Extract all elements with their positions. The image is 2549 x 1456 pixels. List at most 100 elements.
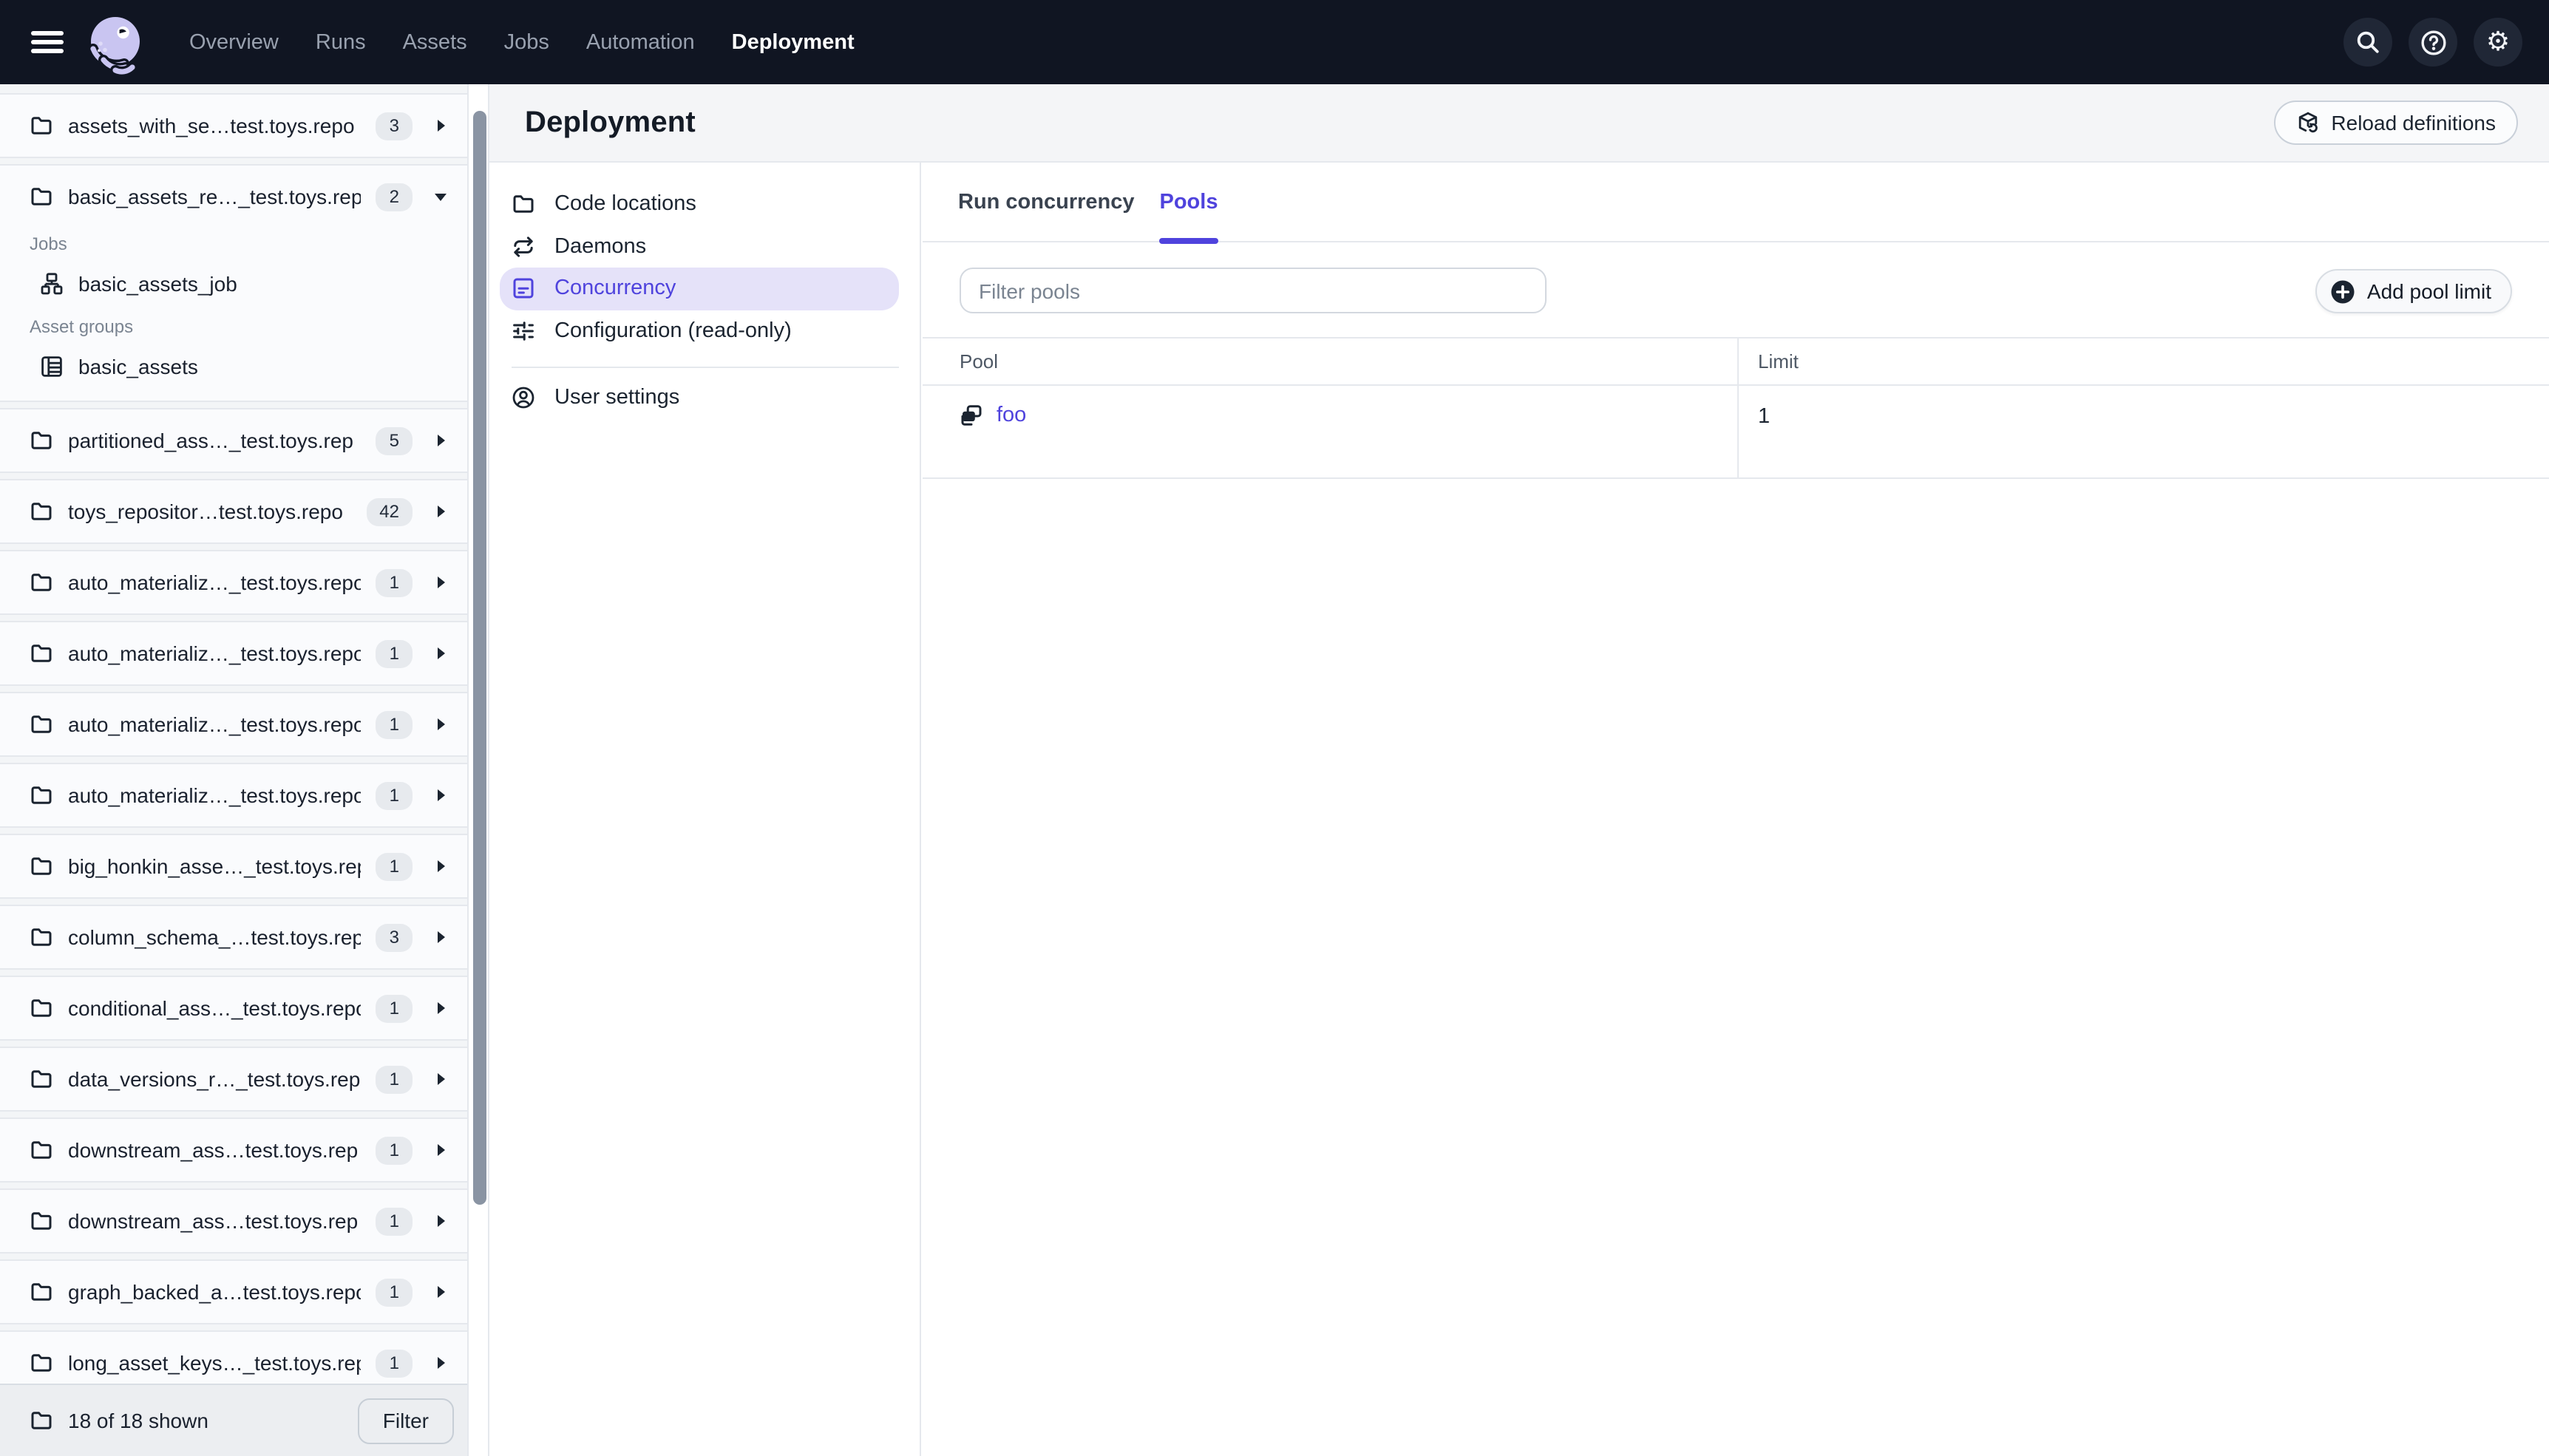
settings-gear-icon[interactable]: ⚙: [2474, 18, 2522, 67]
user-icon: [512, 387, 535, 410]
nav-link-overview[interactable]: Overview: [189, 30, 279, 54]
settings-nav-item-daemons[interactable]: Daemons: [500, 225, 899, 268]
repo-row[interactable]: graph_backed_a…test.toys.repo 1: [0, 1261, 467, 1323]
reload-definitions-button[interactable]: Reload definitions: [2273, 101, 2518, 145]
job-item[interactable]: basic_assets_job: [30, 263, 452, 303]
chevron-right-icon[interactable]: [427, 1073, 454, 1085]
repo-row[interactable]: toys_repositor…test.toys.repo 42: [0, 480, 467, 542]
concurrency-content: Run concurrency Pools Add pool limit Pool…: [923, 163, 2549, 1456]
nav-link-automation[interactable]: Automation: [586, 30, 695, 54]
chevron-right-icon[interactable]: [427, 1286, 454, 1298]
repo-card: auto_materializ…_test.toys.repo 1: [0, 550, 467, 615]
asset-group-icon: [40, 354, 64, 378]
settings-nav-item-concurrency[interactable]: Concurrency: [500, 268, 899, 310]
repo-row[interactable]: big_honkin_asse…_test.toys.rep 1: [0, 835, 467, 897]
add-pool-limit-button[interactable]: Add pool limit: [2315, 269, 2512, 313]
chevron-right-icon[interactable]: [427, 718, 454, 730]
repo-card: basic_assets_re…_test.toys.rep 2 Jobs basic…: [0, 164, 467, 402]
repo-row[interactable]: downstream_ass…test.toys.rep 1: [0, 1119, 467, 1181]
chevron-right-icon[interactable]: [427, 576, 454, 588]
tab-pools[interactable]: Pools: [1159, 163, 1219, 244]
chevron-right-icon[interactable]: [427, 1357, 454, 1369]
nav-actions: ⚙: [2343, 18, 2522, 67]
repo-name: auto_materializ…_test.toys.repo: [68, 783, 362, 807]
chevron-right-icon[interactable]: [427, 435, 454, 446]
chevron-right-icon[interactable]: [427, 1215, 454, 1227]
jobs-section-label: Jobs: [30, 234, 67, 254]
chevron-right-icon[interactable]: [427, 120, 454, 132]
settings-nav-item-code[interactable]: Code locations: [500, 183, 899, 225]
folder-icon: [30, 925, 53, 949]
nav-link-deployment[interactable]: Deployment: [732, 30, 855, 54]
repo-card: data_versions_r…_test.toys.rep 1: [0, 1047, 467, 1112]
chevron-right-icon[interactable]: [427, 860, 454, 872]
asset-group-item[interactable]: basic_assets: [30, 346, 452, 386]
repo-name: big_honkin_asse…_test.toys.rep: [68, 854, 362, 878]
column-header-limit: Limit: [1737, 339, 2549, 384]
chevron-right-icon[interactable]: [427, 789, 454, 801]
settings-nav-item-label: Concurrency: [554, 276, 676, 301]
dagster-logo-icon[interactable]: [86, 13, 145, 81]
nav-link-assets[interactable]: Assets: [403, 30, 467, 54]
sidebar-scrollbar[interactable]: [473, 111, 486, 1205]
asset-count-badge: 1: [376, 1136, 413, 1164]
folder-icon: [30, 712, 53, 736]
repo-row[interactable]: column_schema_…test.toys.rep 3: [0, 906, 467, 968]
asset-count-badge: 42: [366, 497, 413, 525]
asset-count-badge: 1: [376, 1278, 413, 1306]
repo-row[interactable]: auto_materializ…_test.toys.repo 1: [0, 764, 467, 826]
dagster-app: Overview Runs Assets Jobs Automation Deployme…: [0, 0, 2549, 1456]
settings-nav-item-user-settings[interactable]: User settings: [500, 377, 899, 419]
chevron-right-icon[interactable]: [427, 1144, 454, 1156]
asset-count-badge: 1: [376, 781, 413, 809]
repo-row[interactable]: data_versions_r…_test.toys.rep 1: [0, 1048, 467, 1110]
tab-run-concurrency[interactable]: Run concurrency: [958, 163, 1135, 241]
page-header: Deployment Reload definitions: [489, 84, 2549, 163]
repo-row[interactable]: auto_materializ…_test.toys.repo 1: [0, 622, 467, 684]
page-title: Deployment: [525, 106, 696, 138]
repo-name: column_schema_…test.toys.rep: [68, 925, 362, 949]
repo-row[interactable]: partitioned_ass…_test.toys.rep 5: [0, 409, 467, 472]
repo-row[interactable]: downstream_ass…test.toys.rep 1: [0, 1190, 467, 1252]
chevron-right-icon[interactable]: [427, 1002, 454, 1014]
repo-row[interactable]: assets_with_se…test.toys.repo 3: [0, 95, 467, 157]
pool-icon: [960, 404, 983, 427]
filter-pools-input[interactable]: [960, 268, 1547, 313]
repo-card: conditional_ass…_test.toys.repo 1: [0, 976, 467, 1041]
chevron-right-icon[interactable]: [427, 931, 454, 943]
repo-list: assets_with_se…test.toys.repo 3 basic_asse…: [0, 84, 467, 1395]
folder-icon: [30, 1351, 53, 1375]
folder-icon: [30, 185, 53, 208]
pool-table-row: foo 1: [923, 386, 2549, 479]
top-nav: Overview Runs Assets Jobs Automation Deployme…: [0, 0, 2549, 84]
hamburger-menu-icon[interactable]: [31, 31, 64, 53]
repo-card: big_honkin_asse…_test.toys.rep 1: [0, 834, 467, 899]
repo-card: toys_repositor…test.toys.repo 42: [0, 479, 467, 544]
pools-table-header: Pool Limit: [923, 337, 2549, 386]
repo-row[interactable]: auto_materializ…_test.toys.repo 1: [0, 693, 467, 755]
asset-count-badge: 3: [376, 923, 413, 951]
pools-table-body: foo 1: [923, 386, 2549, 479]
filter-button[interactable]: Filter: [357, 1398, 454, 1443]
repo-row[interactable]: basic_assets_re…_test.toys.rep 2: [0, 166, 467, 228]
repo-row[interactable]: auto_materializ…_test.toys.repo 1: [0, 551, 467, 613]
pool-cell: foo: [923, 386, 1737, 477]
repo-row[interactable]: conditional_ass…_test.toys.repo 1: [0, 977, 467, 1039]
chevron-down-icon[interactable]: [427, 193, 454, 200]
nav-link-runs[interactable]: Runs: [316, 30, 366, 54]
settings-nav-item-configuration[interactable]: Configuration (read-only): [500, 310, 899, 352]
asset-count-badge: 1: [376, 1207, 413, 1235]
help-icon[interactable]: [2409, 18, 2457, 67]
folder-icon: [30, 1280, 53, 1304]
chevron-right-icon[interactable]: [427, 506, 454, 517]
job-item-label: basic_assets_job: [78, 271, 237, 295]
repo-card: downstream_ass…test.toys.rep 1: [0, 1117, 467, 1183]
search-icon[interactable]: [2343, 18, 2392, 67]
repo-name: long_asset_keys…_test.toys.rep: [68, 1351, 362, 1375]
asset-count-badge: 1: [376, 1065, 413, 1093]
chevron-right-icon[interactable]: [427, 647, 454, 659]
repo-card: auto_materializ…_test.toys.repo 1: [0, 692, 467, 757]
repo-expanded-content: Jobs basic_assets_job Asset groups basic_as…: [0, 234, 467, 401]
nav-link-jobs[interactable]: Jobs: [504, 30, 549, 54]
pool-link[interactable]: foo: [997, 404, 1026, 427]
